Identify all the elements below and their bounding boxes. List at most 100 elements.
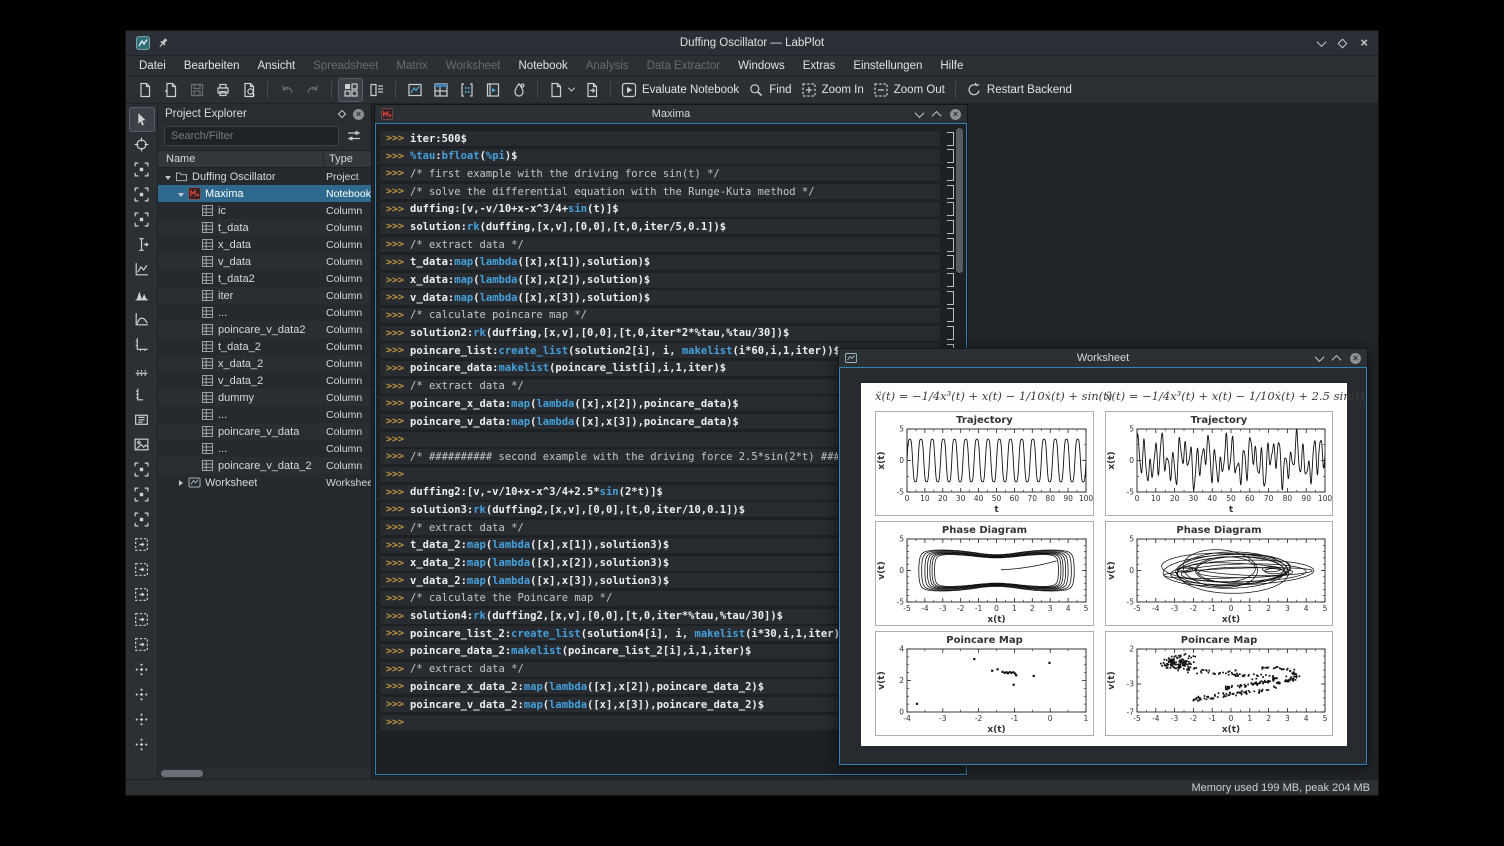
tree-row-x-data-2[interactable]: x_data_2 Column — [158, 355, 371, 372]
tool-shift-down-button[interactable] — [129, 607, 155, 632]
tree-row-x-data[interactable]: x_data Column — [158, 236, 371, 253]
tool-image-button[interactable] — [129, 432, 155, 457]
notebook-entry-6[interactable]: >>> solution:rk(duffing,[x,v],[0,0],[t,0,… — [380, 219, 954, 235]
tool-plot-xy-curve-button[interactable] — [129, 257, 155, 282]
worksheet-canvas[interactable]: ẍ(t) = −1/4x³(t) + x(t) − 1/10ẋ(t) + sin… — [861, 383, 1364, 746]
worksheet-titlebar[interactable]: Worksheet × — [839, 349, 1367, 367]
notebook-entry-1[interactable]: >>> iter:500$ — [380, 131, 954, 146]
menu-datei[interactable]: Datei — [130, 56, 175, 75]
menu-windows[interactable]: Windows — [729, 56, 794, 75]
tree-row-[interactable]: ... Column — [158, 440, 371, 457]
toggle-properties-explorer-button[interactable] — [364, 78, 389, 102]
tree-row-maxima[interactable]: Maxima Notebook — [158, 185, 371, 202]
tool-cursor-line-button[interactable] — [129, 232, 155, 257]
notebook-entry-2[interactable]: >>> %tau:bfloat(%pi)$ — [380, 148, 954, 164]
tree-row-v-data-2[interactable]: v_data_2 Column — [158, 372, 371, 389]
tree-row-duffing-oscillator[interactable]: Duffing Oscillator Project — [158, 168, 371, 185]
tree-row-dummy[interactable]: dummy Column — [158, 389, 371, 406]
new-worksheet-button[interactable] — [402, 78, 427, 102]
color-theme-button[interactable] — [506, 78, 531, 102]
tool-plot-transform-button[interactable] — [129, 307, 155, 332]
tool-axis-ticks-button[interactable] — [129, 357, 155, 382]
maxima-shade-icon[interactable] — [914, 107, 925, 118]
equation-label-2[interactable]: ẍ(t) = −1/4x³(t) + x(t) − 1/10ẋ(t) + 2.5… — [1105, 389, 1364, 403]
filter-options-icon[interactable] — [343, 126, 365, 146]
tree-header[interactable]: Name Type — [158, 150, 371, 168]
tool-plot-histogram-button[interactable] — [129, 282, 155, 307]
tool-extend-range-button[interactable] — [129, 632, 155, 657]
worksheet-close-icon[interactable]: × — [1350, 352, 1361, 364]
titlebar[interactable]: Duffing Oscillator — LabPlot × — [126, 31, 1378, 56]
tree-row-t-data2[interactable]: t_data2 Column — [158, 270, 371, 287]
notebook-entry-8[interactable]: >>> t_data:map(lambda([x],x[1]),solution)… — [380, 254, 954, 270]
plot-poincare-map-2[interactable]: Poincare Map -5 -4 -3 -2 -1 0 1 2 3 4 5 2 -3 -7 x(t) v(t… — [1105, 631, 1333, 736]
tool-zoom-select-button[interactable] — [129, 157, 155, 182]
notebook-entry-7[interactable]: >>> /* extract data */ — [380, 237, 954, 253]
menu-notebook[interactable]: Notebook — [510, 56, 577, 75]
menu-extras[interactable]: Extras — [794, 56, 845, 75]
toggle-project-explorer-button[interactable] — [338, 77, 363, 102]
tool-zoom-region-3-button[interactable] — [129, 507, 155, 532]
close-dock-icon[interactable]: × — [353, 108, 364, 120]
restart-backend-button[interactable]: Restart Backend — [962, 78, 1076, 102]
maxima-close-icon[interactable]: × — [950, 108, 961, 120]
tree-row-poincare-v-data2[interactable]: poincare_v_data2 Column — [158, 321, 371, 338]
tool-zoom-region-1-button[interactable] — [129, 457, 155, 482]
tool-zoom-y-select-button[interactable] — [129, 207, 155, 232]
plot-trajectory-1[interactable]: Trajectory 0 10 20 30 40 50 60 70 80 90 100 5 0 -5 t x(t… — [875, 411, 1094, 516]
expander-closed-icon[interactable] — [176, 477, 186, 489]
maxima-titlebar[interactable]: Maxima × — [375, 105, 967, 123]
new-project-button[interactable] — [132, 78, 157, 102]
expander-open-icon[interactable] — [176, 188, 186, 200]
tree-row-t-data[interactable]: t_data Column — [158, 219, 371, 236]
notebook-entry-9[interactable]: >>> x_data:map(lambda([x],x[2]),solution)… — [380, 272, 954, 288]
export-document-button[interactable] — [579, 78, 604, 102]
float-dock-icon[interactable] — [337, 109, 347, 119]
scrollbar-thumb[interactable] — [161, 770, 203, 777]
tree-header-name[interactable]: Name — [158, 151, 324, 167]
tool-text-frame-button[interactable] — [129, 407, 155, 432]
plot-poincare-map-1[interactable]: Poincare Map -4 -3 -2 -1 0 1 4 2 0 x(t) v(t) — [875, 631, 1094, 736]
tree-row-v-data[interactable]: v_data Column — [158, 253, 371, 270]
minimize-button[interactable] — [1316, 36, 1327, 47]
tree-row-[interactable]: ... Column — [158, 406, 371, 423]
menu-hilfe[interactable]: Hilfe — [931, 56, 972, 75]
tree-row-worksheet[interactable]: Worksheet Worksheet — [158, 474, 371, 491]
menu-ansicht[interactable]: Ansicht — [248, 56, 304, 75]
tool-axis-button[interactable] — [129, 332, 155, 357]
maximize-button[interactable] — [1337, 38, 1348, 48]
pin-icon[interactable] — [157, 37, 169, 49]
notebook-entry-5[interactable]: >>> duffing:[v,-v/10+x-x^3/4+sin(t)]$ — [380, 201, 954, 217]
tree-row-poincare-v-data[interactable]: poincare_v_data Column — [158, 423, 371, 440]
worksheet-shade-icon[interactable] — [1314, 351, 1325, 362]
plot-trajectory-2[interactable]: Trajectory 0 10 20 30 40 50 60 70 80 90 100 5 0 -5 t x(t… — [1105, 411, 1333, 516]
tool-crosshair-button[interactable] — [129, 132, 155, 157]
maxima-restore-icon[interactable] — [931, 110, 942, 121]
new-matrix-button[interactable] — [454, 78, 479, 102]
tool-axis-partial-button[interactable] — [129, 382, 155, 407]
tool-nudge-down-button[interactable] — [129, 682, 155, 707]
tool-shift-up-button[interactable] — [129, 582, 155, 607]
notebook-entry-4[interactable]: >>> /* solve the differential equation wi… — [380, 184, 954, 200]
zoom-out-button[interactable]: Zoom Out — [869, 78, 949, 102]
expander-open-icon[interactable] — [163, 171, 173, 183]
open-project-button[interactable] — [158, 78, 183, 102]
tool-nudge-up-button[interactable] — [129, 657, 155, 682]
new-notebook-button[interactable] — [480, 78, 505, 102]
tree-row-[interactable]: ... Column — [158, 304, 371, 321]
search-input[interactable] — [164, 126, 339, 146]
notebook-entry-3[interactable]: >>> /* first example with the driving for… — [380, 166, 954, 182]
equation-label-1[interactable]: ẍ(t) = −1/4x³(t) + x(t) − 1/10ẋ(t) + sin… — [875, 389, 1112, 403]
menu-einstellungen[interactable]: Einstellungen — [844, 56, 931, 75]
tree-header-type[interactable]: Type — [324, 153, 371, 165]
tool-nudge-right-button[interactable] — [129, 732, 155, 757]
notebook-entry-11[interactable]: >>> /* calculate poincare map */ — [380, 307, 954, 323]
print-preview-button[interactable] — [236, 78, 261, 102]
tree-row-poincare-v-data-2[interactable]: poincare_v_data_2 Column — [158, 457, 371, 474]
plot-phase-diagram-2[interactable]: Phase Diagram -5 -4 -3 -2 -1 0 1 2 3 4 5 5 0 -5 x(t) v(t… — [1105, 521, 1333, 626]
notebook-entry-10[interactable]: >>> v_data:map(lambda([x],x[3]),solution)… — [380, 290, 954, 306]
tree-row-t-data-2[interactable]: t_data_2 Column — [158, 338, 371, 355]
tool-shift-right-button[interactable] — [129, 532, 155, 557]
scrollbar-thumb[interactable] — [956, 128, 963, 273]
tree-row-iter[interactable]: iter Column — [158, 287, 371, 304]
